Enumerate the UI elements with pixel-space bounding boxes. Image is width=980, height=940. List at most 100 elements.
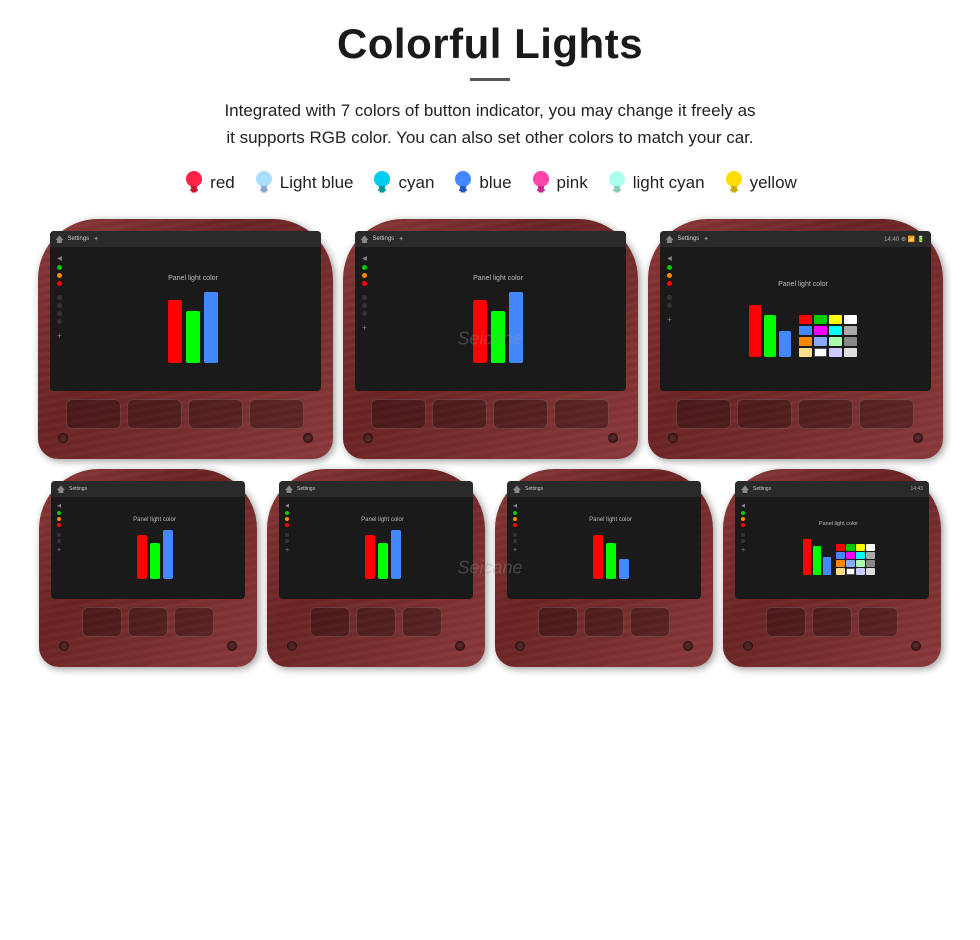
- car-button[interactable]: [371, 399, 426, 429]
- yellow-bulb-icon: [723, 169, 745, 197]
- knob-row: [50, 429, 321, 443]
- knob-right: [303, 433, 313, 443]
- car-unit-small-2: Settings ◀ +: [267, 469, 485, 667]
- red-bulb-icon: [183, 169, 205, 197]
- color-label-lightblue: Light blue: [280, 173, 354, 193]
- car-button[interactable]: [859, 399, 914, 429]
- car-unit-small-3: Settings ◀ +: [495, 469, 713, 667]
- car-button[interactable]: [249, 399, 304, 429]
- screen-header-2: Settings ✦: [355, 231, 626, 247]
- settings-label-2: Settings: [373, 236, 395, 242]
- knob-row-3: [660, 429, 931, 443]
- screen-header-s1: Settings: [51, 481, 245, 497]
- car-unit-3: Settings ✦ 14:40 ⚙ 📶 🔋 ◀: [648, 219, 943, 459]
- knob-right-s1: [227, 641, 237, 651]
- color-label-red: red: [210, 173, 235, 193]
- car-button[interactable]: [356, 607, 396, 637]
- knob-left-2: [363, 433, 373, 443]
- title-divider: [470, 78, 510, 81]
- knob-right-s3: [683, 641, 693, 651]
- car-button[interactable]: [737, 399, 792, 429]
- knob-left-s1: [59, 641, 69, 651]
- screen-s2: Settings ◀ +: [279, 481, 473, 599]
- car-button[interactable]: [766, 607, 806, 637]
- car-unit-small-1: Settings ◀ +: [39, 469, 257, 667]
- home-icon-s4: [741, 485, 749, 493]
- screen-s1: Settings ◀ +: [51, 481, 245, 599]
- color-label-cyan: cyan: [398, 173, 434, 193]
- pink-bulb-icon: [530, 169, 552, 197]
- car-button[interactable]: [493, 399, 548, 429]
- car-unit-small-4: Settings 14:43 ◀: [723, 469, 941, 667]
- page-container: Colorful Lights Integrated with 7 colors…: [0, 0, 980, 697]
- button-row-s2: [279, 607, 473, 637]
- car-button[interactable]: [82, 607, 122, 637]
- knob-left-s4: [743, 641, 753, 651]
- car-button[interactable]: [127, 399, 182, 429]
- knob-right-3: [913, 433, 923, 443]
- panel-light-label-1: Panel light color: [168, 275, 218, 282]
- car-button[interactable]: [858, 607, 898, 637]
- button-row-s4: [735, 607, 929, 637]
- title-section: Colorful Lights Integrated with 7 colors…: [30, 20, 950, 151]
- button-row-2: [355, 399, 626, 429]
- page-title: Colorful Lights: [30, 20, 950, 68]
- car-button[interactable]: [538, 607, 578, 637]
- button-row-3: [660, 399, 931, 429]
- car-unit-1: Settings ✦ ◀: [38, 219, 333, 459]
- panel-light-label-2: Panel light color: [473, 275, 523, 282]
- car-button[interactable]: [584, 607, 624, 637]
- home-icon-2: [361, 235, 369, 243]
- description: Integrated with 7 colors of button indic…: [60, 97, 920, 151]
- car-button[interactable]: [402, 607, 442, 637]
- car-button[interactable]: [310, 607, 350, 637]
- cyan-bulb-icon: [371, 169, 393, 197]
- car-button[interactable]: [128, 607, 168, 637]
- screen-2: Settings ✦ ◀: [355, 231, 626, 391]
- units-row-1: Settings ✦ ◀: [30, 219, 950, 459]
- panel-light-label-s2: Panel light color: [361, 517, 404, 523]
- button-row-s3: [507, 607, 701, 637]
- color-item-pink: pink: [530, 169, 588, 197]
- knob-left: [58, 433, 68, 443]
- knob-right-s2: [455, 641, 465, 651]
- units-row-1-inner: Settings ✦ ◀: [30, 219, 950, 459]
- lightblue-bulb-icon: [253, 169, 275, 197]
- car-button[interactable]: [66, 399, 121, 429]
- screen-header-3: Settings ✦ 14:40 ⚙ 📶 🔋: [660, 231, 931, 247]
- screen-header-1: Settings ✦: [50, 231, 321, 247]
- car-button[interactable]: [676, 399, 731, 429]
- color-item-lightblue: Light blue: [253, 169, 354, 197]
- color-list: red Light blue cyan: [30, 169, 950, 197]
- screen-3: Settings ✦ 14:40 ⚙ 📶 🔋 ◀: [660, 231, 931, 391]
- color-item-cyan: cyan: [371, 169, 434, 197]
- units-row-2: Settings ◀ +: [30, 469, 950, 667]
- color-label-pink: pink: [557, 173, 588, 193]
- knob-row-s1: [51, 637, 245, 651]
- screen-header-s4: Settings 14:43: [735, 481, 929, 497]
- units-row-2-inner: Settings ◀ +: [30, 469, 950, 667]
- button-row-s1: [51, 607, 245, 637]
- color-label-lightcyan: light cyan: [633, 173, 705, 193]
- knob-right-2: [608, 433, 618, 443]
- car-button[interactable]: [432, 399, 487, 429]
- color-item-red: red: [183, 169, 235, 197]
- car-button[interactable]: [630, 607, 670, 637]
- car-button[interactable]: [798, 399, 853, 429]
- knob-row-s3: [507, 637, 701, 651]
- car-button[interactable]: [812, 607, 852, 637]
- button-row-1: [50, 399, 321, 429]
- knob-row-s2: [279, 637, 473, 651]
- wifi-icon: ✦: [93, 235, 99, 243]
- home-icon-3: [666, 235, 674, 243]
- panel-light-label-s4: Panel light color: [819, 521, 858, 527]
- panel-light-label-3: Panel light color: [778, 281, 828, 288]
- car-button[interactable]: [188, 399, 243, 429]
- color-item-lightcyan: light cyan: [606, 169, 705, 197]
- screen-s4: Settings 14:43 ◀: [735, 481, 929, 599]
- panel-light-label-s1: Panel light color: [133, 517, 176, 523]
- car-button[interactable]: [554, 399, 609, 429]
- units-grid: Settings ✦ ◀: [30, 219, 950, 667]
- knob-row-s4: [735, 637, 929, 651]
- car-button[interactable]: [174, 607, 214, 637]
